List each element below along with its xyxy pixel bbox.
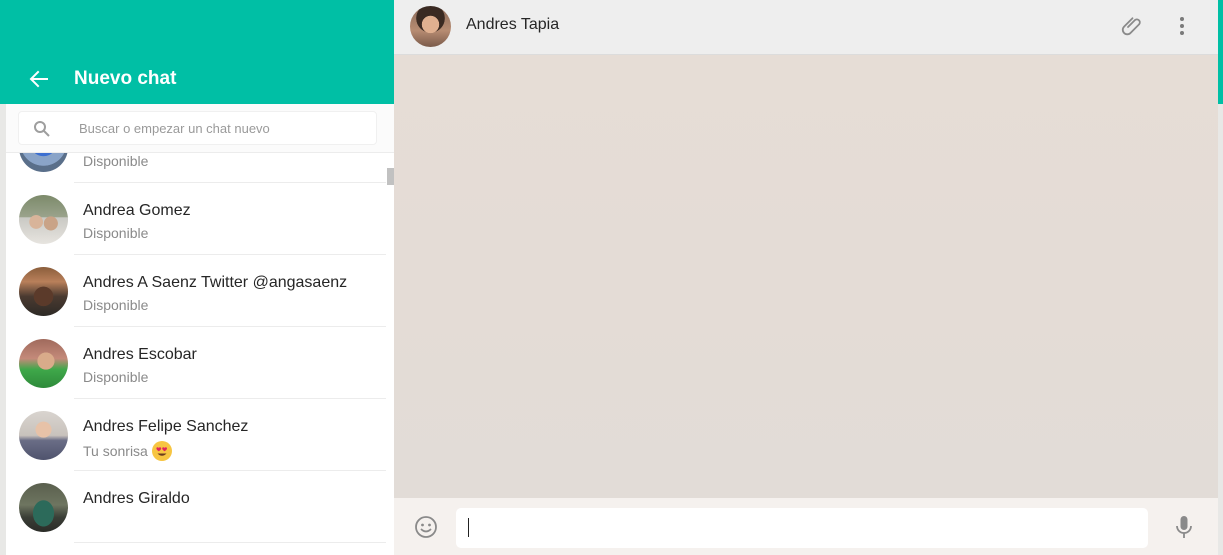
more-vertical-icon — [1180, 17, 1184, 35]
chat-messages-area — [394, 55, 1218, 498]
contact-list: Disponible Andrea Gomez Disponible Andre… — [6, 153, 394, 555]
new-chat-header: Nuevo chat — [6, 0, 394, 104]
search-icon — [34, 121, 50, 137]
attach-button[interactable] — [1120, 14, 1144, 38]
contact-avatar — [19, 195, 68, 244]
contact-status: Disponible — [83, 297, 149, 313]
microphone-icon — [1176, 516, 1192, 538]
back-button[interactable] — [24, 64, 54, 94]
contact-status: Disponible — [83, 225, 149, 241]
contact-status: Disponible — [83, 153, 149, 169]
chat-menu-button[interactable] — [1170, 14, 1194, 38]
contact-list-scrollbar[interactable] — [387, 168, 394, 185]
contact-name: Andrea Gomez — [83, 202, 191, 219]
contact-item[interactable]: Andres A Saenz Twitter @angasaenz Dispon… — [6, 255, 386, 327]
smiley-icon — [415, 516, 437, 538]
search-input[interactable] — [79, 112, 369, 144]
contact-info: Disponible — [74, 153, 386, 183]
search-box[interactable] — [18, 111, 377, 145]
contact-name: Andres Giraldo — [83, 490, 190, 507]
contact-avatar — [19, 267, 68, 316]
message-input[interactable] — [456, 508, 1148, 548]
page-edge-right-top — [1218, 0, 1223, 104]
contact-info: Andrea Gomez Disponible — [74, 183, 386, 255]
search-area — [6, 104, 394, 153]
contact-info: Andres Felipe Sanchez Tu sonrisa — [74, 399, 386, 471]
chat-contact-avatar[interactable] — [410, 6, 451, 47]
contact-item[interactable]: Andres Escobar Disponible — [6, 327, 386, 399]
contact-avatar — [19, 339, 68, 388]
text-cursor — [468, 518, 469, 537]
contact-item[interactable]: Andres Felipe Sanchez Tu sonrisa — [6, 399, 386, 471]
microphone-button[interactable] — [1172, 514, 1196, 540]
contact-name: Andres Felipe Sanchez — [83, 418, 249, 435]
new-chat-panel: Nuevo chat Disponible Andrea Gomez — [6, 0, 394, 555]
contact-status: Tu sonrisa — [83, 441, 172, 461]
page-edge-right-bottom — [1218, 104, 1223, 555]
contact-avatar — [19, 411, 68, 460]
heart-eyes-emoji-icon — [151, 441, 172, 461]
contact-info: Andres Giraldo — [74, 471, 386, 543]
contact-item[interactable]: Disponible — [6, 153, 386, 183]
chat-header[interactable]: Andres Tapia — [394, 0, 1218, 55]
contact-avatar — [19, 153, 68, 172]
contact-item[interactable]: Andres Giraldo — [6, 471, 386, 543]
contact-status: Disponible — [83, 369, 149, 385]
new-chat-title: Nuevo chat — [74, 68, 177, 89]
chat-contact-name[interactable]: Andres Tapia — [466, 16, 559, 34]
contact-info: Andres A Saenz Twitter @angasaenz Dispon… — [74, 255, 386, 327]
contact-item[interactable]: Andrea Gomez Disponible — [6, 183, 386, 255]
contact-name: Andres A Saenz Twitter @angasaenz — [83, 274, 348, 291]
back-arrow-icon — [29, 70, 48, 88]
paperclip-icon — [1121, 17, 1141, 36]
contact-avatar — [19, 483, 68, 532]
compose-bar — [394, 498, 1218, 555]
contact-info: Andres Escobar Disponible — [74, 327, 386, 399]
contact-name: Andres Escobar — [83, 346, 197, 363]
emoji-button[interactable] — [414, 515, 438, 539]
chat-panel: Andres Tapia — [394, 0, 1218, 555]
